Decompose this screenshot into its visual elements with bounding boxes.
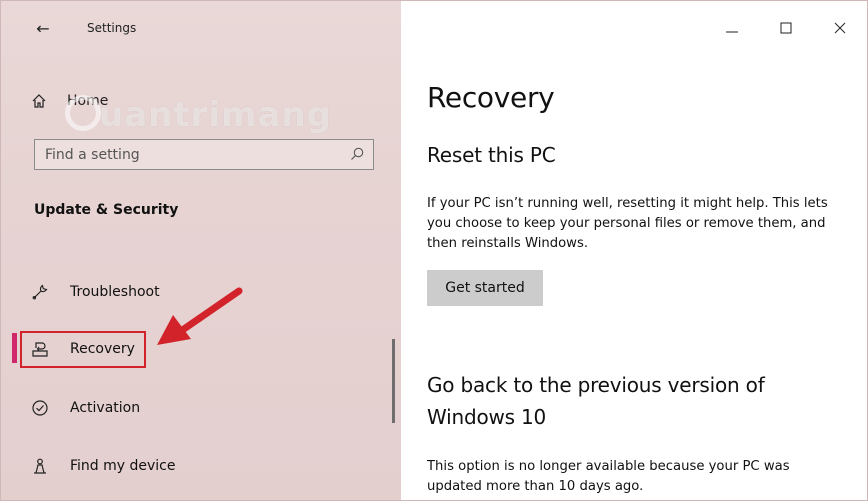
page-title: Recovery bbox=[427, 81, 555, 114]
close-button[interactable] bbox=[813, 1, 867, 53]
recovery-icon bbox=[32, 342, 48, 357]
settings-window: ← Settings Home uantrimang Update & Secu… bbox=[0, 0, 868, 501]
get-started-button[interactable]: Get started bbox=[427, 270, 543, 306]
maximize-button[interactable] bbox=[759, 1, 813, 53]
reset-description: If your PC isn’t running well, resetting… bbox=[427, 196, 828, 251]
sidebar-item-label: Find my device bbox=[70, 458, 176, 474]
sidebar-scrollbar[interactable] bbox=[392, 339, 395, 423]
wrench-icon bbox=[32, 284, 48, 300]
sidebar-item-find-my-device[interactable]: Find my device bbox=[1, 449, 401, 483]
sidebar-item-label: Recovery bbox=[70, 341, 135, 357]
section-heading: Update & Security bbox=[34, 202, 179, 218]
person-location-icon bbox=[34, 458, 46, 474]
minimize-icon bbox=[726, 31, 738, 33]
back-arrow-icon: ← bbox=[36, 19, 50, 38]
sidebar-item-home[interactable]: Home bbox=[31, 89, 108, 113]
app-title: Settings bbox=[87, 21, 137, 35]
titlebar-left: ← Settings bbox=[1, 1, 401, 53]
sidebar-item-troubleshoot[interactable]: Troubleshoot bbox=[1, 275, 401, 309]
go-back-heading: Go back to the previous version of Windo… bbox=[427, 373, 765, 429]
home-icon bbox=[32, 94, 46, 108]
sidebar-item-recovery[interactable]: Recovery bbox=[1, 332, 401, 366]
search-icon[interactable] bbox=[349, 146, 365, 162]
search-input[interactable] bbox=[35, 140, 355, 169]
sidebar-item-label: Activation bbox=[70, 400, 141, 416]
watermark-text: uantrimang bbox=[99, 95, 332, 135]
check-circle-icon bbox=[32, 400, 48, 416]
sidebar-item-activation[interactable]: Activation bbox=[1, 391, 401, 425]
sidebar: ← Settings Home uantrimang Update & Secu… bbox=[1, 1, 401, 500]
main-content: Recovery Reset this PC If your PC isn’t … bbox=[401, 1, 867, 500]
close-icon bbox=[834, 22, 846, 34]
search-box[interactable] bbox=[34, 139, 374, 170]
go-back-description: This option is no longer available becau… bbox=[427, 459, 790, 494]
maximize-icon bbox=[780, 22, 792, 34]
minimize-button[interactable] bbox=[705, 1, 759, 53]
reset-heading: Reset this PC bbox=[427, 143, 556, 167]
sidebar-item-label: Home bbox=[67, 93, 109, 109]
back-button[interactable]: ← bbox=[33, 19, 53, 39]
window-controls bbox=[705, 1, 867, 53]
sidebar-item-label: Troubleshoot bbox=[70, 284, 160, 300]
